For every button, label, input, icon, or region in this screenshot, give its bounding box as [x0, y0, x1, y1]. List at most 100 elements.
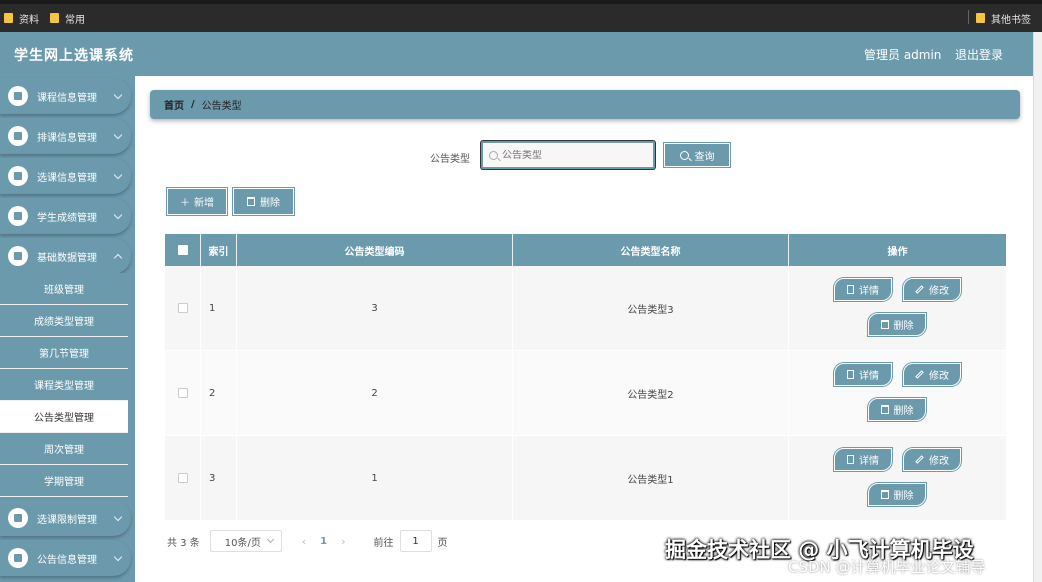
- header-code: 公告类型编码: [237, 234, 513, 266]
- edit-button[interactable]: 修改: [903, 362, 961, 386]
- delete-button[interactable]: 删除: [233, 188, 294, 215]
- chevron-down-icon: [113, 512, 123, 521]
- cell-name: 公告类型2: [513, 351, 789, 435]
- trash-icon: [247, 197, 255, 206]
- submenu-class[interactable]: 班级管理: [0, 273, 128, 305]
- submenu-notice-type[interactable]: 公告类型管理: [0, 401, 128, 433]
- cell-name: 公告类型3: [513, 266, 789, 350]
- submenu-period[interactable]: 第几节管理: [0, 337, 128, 369]
- page-size-select[interactable]: 10条/页: [209, 530, 282, 552]
- apps-icon: [8, 246, 28, 266]
- submenu-course-type[interactable]: 课程类型管理: [0, 369, 128, 401]
- pagination-total: 共 3 条: [167, 537, 200, 549]
- current-page[interactable]: 1: [320, 536, 327, 547]
- app-title: 学生网上选课系统: [14, 48, 134, 64]
- menu-course-info[interactable]: 课程信息管理: [0, 78, 131, 114]
- browser-tab-strip: [0, 0, 1042, 4]
- search-icon: [489, 150, 498, 160]
- breadcrumb-home[interactable]: 首页: [164, 97, 184, 112]
- menu-schedule-info[interactable]: 排课信息管理: [0, 118, 131, 154]
- menu-student-grades[interactable]: 学生成绩管理: [0, 198, 131, 234]
- next-page-button[interactable]: ›: [341, 535, 345, 548]
- table-row: 1 3 公告类型3 详情 修改 删除: [165, 266, 1006, 351]
- menu-notice-info[interactable]: 公告信息管理: [0, 540, 131, 576]
- thumbs-up-icon: [8, 126, 28, 146]
- bookmark-folder-2[interactable]: 常用: [50, 11, 85, 26]
- trash-icon: [880, 319, 889, 329]
- trash-icon: [880, 404, 889, 414]
- document-icon: [847, 284, 854, 294]
- detail-button[interactable]: 详情: [834, 277, 892, 301]
- table-header: 索引 公告类型编码 公告类型名称 操作: [165, 234, 1006, 266]
- grid-icon: [8, 206, 28, 226]
- table-row: 3 1 公告类型1 详情 修改 删除: [165, 436, 1006, 521]
- app-header: 学生网上选课系统 管理员 admin 退出登录: [0, 32, 1033, 76]
- cell-code: 2: [237, 351, 513, 435]
- row-checkbox[interactable]: [177, 388, 188, 398]
- bookmarks-bar: 资料 常用 其他书签: [0, 0, 1042, 32]
- page-unit-label: 页: [437, 537, 448, 549]
- row-delete-button[interactable]: 删除: [868, 482, 926, 506]
- detail-button[interactable]: 详情: [834, 362, 892, 386]
- detail-button[interactable]: 详情: [834, 447, 892, 471]
- prev-page-button[interactable]: ‹: [302, 535, 306, 548]
- bookmark-folder-1[interactable]: 资料: [4, 11, 39, 26]
- chevron-down-icon: [113, 210, 123, 219]
- edit-button[interactable]: 修改: [903, 447, 961, 471]
- trash-icon: [880, 489, 889, 499]
- row-checkbox[interactable]: [177, 303, 188, 313]
- logout-link[interactable]: 退出登录: [955, 46, 1003, 63]
- folder-icon: [976, 13, 985, 23]
- submenu-week[interactable]: 周次管理: [0, 433, 128, 465]
- grid-icon: [8, 508, 28, 528]
- edit-button[interactable]: 修改: [903, 277, 961, 301]
- chevron-down-icon: [113, 552, 123, 561]
- menu-selection-info[interactable]: 选课信息管理: [0, 158, 131, 194]
- menu-selection-limit[interactable]: 选课限制管理: [0, 500, 131, 536]
- breadcrumb-separator: /: [191, 99, 195, 110]
- select-all-cell: [165, 234, 201, 266]
- row-checkbox[interactable]: [177, 473, 188, 483]
- menu-basic-data[interactable]: 基础数据管理: [0, 238, 131, 274]
- pagination: 共 3 条 10条/页 ‹ 1 › 前往 1 页: [167, 530, 448, 552]
- cell-name: 公告类型1: [513, 436, 789, 520]
- goto-label: 前往: [373, 537, 394, 549]
- other-bookmarks[interactable]: 其他书签: [976, 11, 1031, 26]
- header-name: 公告类型名称: [513, 234, 789, 266]
- search-button[interactable]: 查询: [664, 143, 730, 167]
- cell-code: 1: [237, 436, 513, 520]
- submenu-semester[interactable]: 学期管理: [0, 465, 128, 497]
- user-icon: [8, 166, 28, 186]
- chevron-down-icon: [113, 90, 123, 99]
- chevron-down-icon: [266, 535, 274, 544]
- document-icon: [847, 454, 854, 464]
- cell-index: 2: [201, 351, 237, 435]
- breadcrumb-current: 公告类型: [201, 101, 242, 112]
- submenu-grade-type[interactable]: 成绩类型管理: [0, 305, 128, 337]
- document-icon: [847, 369, 854, 379]
- table-row: 2 2 公告类型2 详情 修改 删除: [165, 351, 1006, 436]
- notice-type-table: 索引 公告类型编码 公告类型名称 操作 1 3 公告类型3 详情 修改 删除 2…: [165, 234, 1006, 521]
- page-scrollbar[interactable]: [1033, 32, 1042, 582]
- folder-icon: [4, 13, 13, 23]
- row-delete-button[interactable]: 删除: [868, 397, 926, 421]
- basic-data-submenu: 班级管理 成绩类型管理 第几节管理 课程类型管理 公告类型管理 周次管理 学期管…: [0, 273, 128, 497]
- watermark-csdn: CSDN @计算机毕业论文辅导: [788, 558, 986, 576]
- cell-index: 1: [201, 266, 237, 350]
- pencil-icon: [915, 284, 924, 294]
- plus-icon: ＋: [180, 198, 190, 209]
- header-index: 索引: [201, 234, 237, 266]
- goto-page-input[interactable]: 1: [399, 530, 432, 552]
- row-delete-button[interactable]: 删除: [868, 312, 926, 336]
- bookmark-divider: [968, 10, 969, 24]
- search-field[interactable]: [481, 141, 655, 169]
- search-input[interactable]: [502, 149, 642, 161]
- cell-code: 3: [237, 266, 513, 350]
- pencil-icon: [915, 454, 924, 464]
- select-all-checkbox[interactable]: [177, 245, 188, 255]
- search-icon: [679, 150, 689, 160]
- add-button[interactable]: ＋ 新增: [167, 188, 227, 215]
- document-icon: [8, 548, 28, 568]
- chevron-down-icon: [113, 170, 123, 179]
- cell-index: 3: [201, 436, 237, 520]
